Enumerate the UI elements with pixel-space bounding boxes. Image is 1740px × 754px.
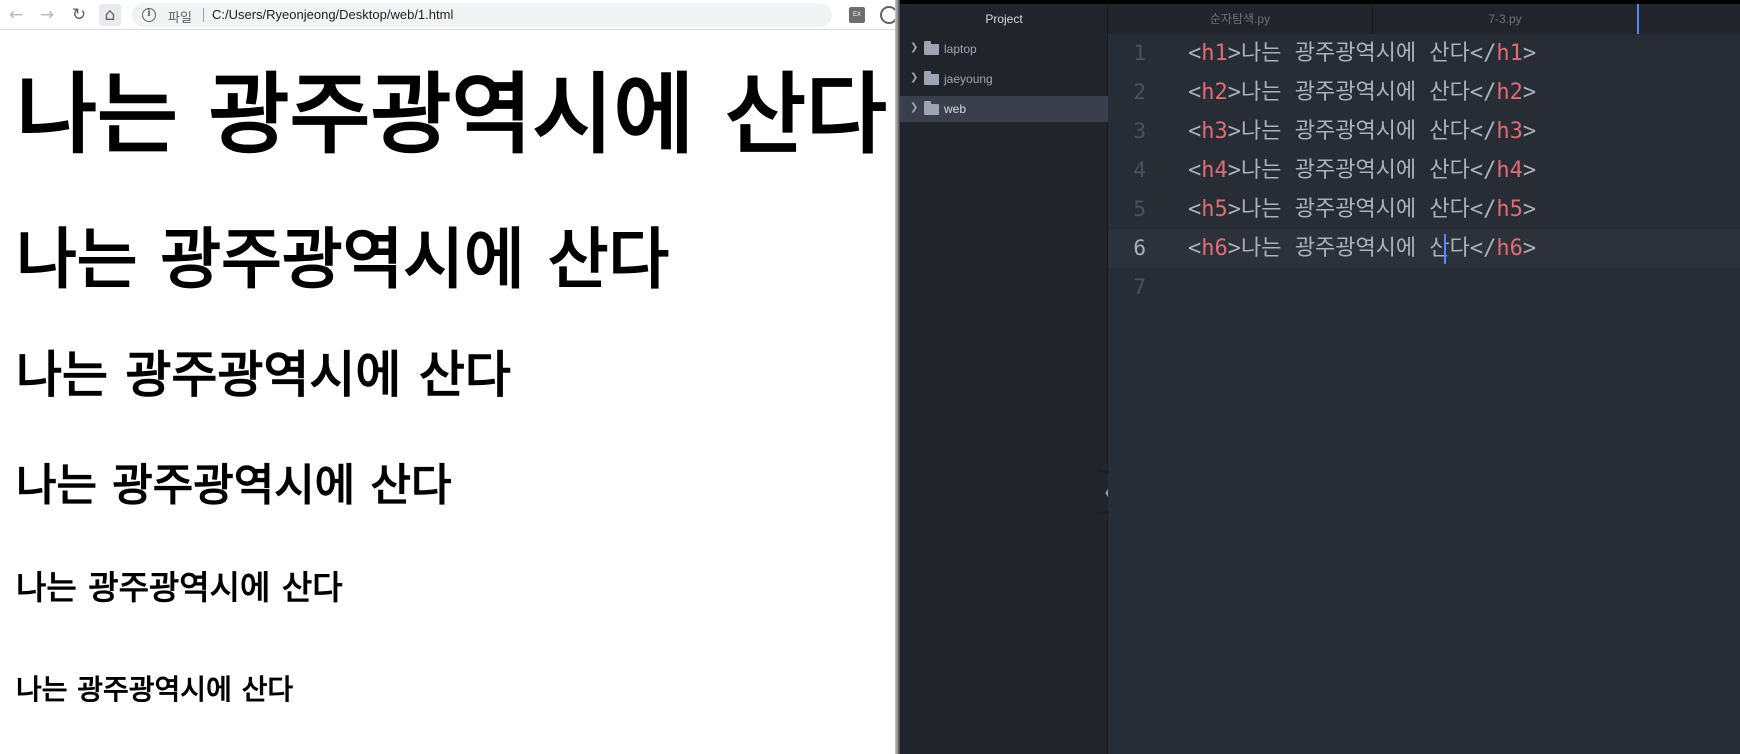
browser-window: ← → ↻ ⌂ i 파일 C:/Users/Ryeonjeong/Desktop… <box>0 0 895 754</box>
tag-content: 나는 광주광역시에 산다 <box>1241 119 1470 144</box>
project-tree: Project ❯ laptop ❯ jaeyoung ❯ web ❮ <box>900 4 1120 754</box>
tag-content: 나는 광주광역시에 산다 <box>1241 41 1470 66</box>
close-tag: </h5> <box>1469 197 1537 222</box>
code-line[interactable]: 5 <h5>나는 광주광역시에 산다</h5> <box>1108 190 1740 229</box>
heading-h4: 나는 광주광역시에 산다 <box>16 460 452 511</box>
chevron-right-icon: ❯ <box>910 102 919 113</box>
code-text: <h1>나는 광주광역시에 산다</h1> <box>1188 34 1536 73</box>
editor-window: Project ❯ laptop ❯ jaeyoung ❯ web ❮ 순자탐색… <box>900 0 1740 754</box>
heading-h1: 나는 광주광역시에 산다 <box>16 63 887 166</box>
open-tag: <h5> <box>1188 197 1241 222</box>
code-line[interactable]: 3 <h3>나는 광주광역시에 산다</h3> <box>1108 112 1740 151</box>
open-tag: <h2> <box>1188 80 1241 105</box>
browser-toolbar: ← → ↻ ⌂ i 파일 C:/Users/Ryeonjeong/Desktop… <box>0 0 895 30</box>
open-tag: <h3> <box>1188 119 1241 144</box>
address-separator <box>203 8 204 22</box>
code-line[interactable]: 7 <box>1108 268 1740 307</box>
line-number: 7 <box>1133 275 1146 299</box>
extension-icon[interactable]: EX <box>849 7 865 23</box>
code-text: <h4>나는 광주광역시에 산다</h4> <box>1188 151 1536 190</box>
tree-item-label: laptop <box>944 42 977 56</box>
close-tag: </h4> <box>1469 158 1537 183</box>
open-tag: <h1> <box>1188 41 1241 66</box>
heading-h2: 나는 광주광역시에 산다 <box>16 221 670 298</box>
folder-icon <box>924 41 939 55</box>
code-text: <h5>나는 광주광역시에 산다</h5> <box>1188 190 1536 229</box>
line-number: 3 <box>1133 119 1146 143</box>
tag-content: 나는 광주광역시에 산다 <box>1241 158 1470 183</box>
tab-7-3[interactable]: 7-3.py <box>1373 4 1639 34</box>
tree-item-web[interactable]: ❯ web <box>900 96 1108 122</box>
tree-item-jaeyoung[interactable]: ❯ jaeyoung <box>900 66 1108 92</box>
editor-tab-bar: 순자탐색.py 7-3.py <box>1108 4 1740 34</box>
tab-sunja[interactable]: 순자탐색.py <box>1108 4 1373 34</box>
tree-item-label: jaeyoung <box>944 72 993 86</box>
text-cursor <box>1444 234 1446 264</box>
info-icon[interactable]: i <box>142 8 156 22</box>
close-tag: </h2> <box>1469 80 1537 105</box>
code-text: <h2>나는 광주광역시에 산다</h2> <box>1188 73 1536 112</box>
line-number: 5 <box>1133 197 1146 221</box>
heading-h6: 나는 광주광역시에 산다 <box>16 673 294 706</box>
tag-content: 나는 광주광역시에 산다 <box>1241 236 1470 261</box>
code-text: <h6>나는 광주광역시에 산다</h6> <box>1188 229 1536 268</box>
page-content: 나는 광주광역시에 산다 나는 광주광역시에 산다 나는 광주광역시에 산다 나… <box>0 31 895 754</box>
chevron-right-icon: ❯ <box>910 42 919 53</box>
close-tag: </h3> <box>1469 119 1537 144</box>
code-text: <h3>나는 광주광역시에 산다</h3> <box>1188 112 1536 151</box>
forward-arrow-icon[interactable]: → <box>36 4 58 26</box>
close-tag: </h6> <box>1469 236 1537 261</box>
chevron-right-icon: ❯ <box>910 72 919 83</box>
profile-icon[interactable] <box>880 6 895 24</box>
address-bar[interactable]: i 파일 C:/Users/Ryeonjeong/Desktop/web/1.h… <box>132 3 832 27</box>
line-number: 4 <box>1133 158 1146 182</box>
folder-icon <box>924 101 939 115</box>
project-tree-title[interactable]: Project <box>900 4 1108 34</box>
home-icon[interactable]: ⌂ <box>99 4 121 26</box>
tree-item-label: web <box>944 102 967 116</box>
code-line[interactable]: 1 <h1>나는 광주광역시에 산다</h1> <box>1108 34 1740 73</box>
code-area[interactable]: 1 <h1>나는 광주광역시에 산다</h1> 2 <h2>나는 광주광역시에 산다<… <box>1108 34 1740 754</box>
open-tag: <h6> <box>1188 236 1241 261</box>
scheme-label: 파일 <box>168 10 192 25</box>
back-arrow-icon[interactable]: ← <box>5 4 27 26</box>
code-line[interactable]: 4 <h4>나는 광주광역시에 산다</h4> <box>1108 151 1740 190</box>
close-tag: </h1> <box>1469 41 1537 66</box>
reload-icon[interactable]: ↻ <box>68 4 90 26</box>
code-line[interactable]: 6 <h6>나는 광주광역시에 산다</h6> <box>1108 229 1740 268</box>
tree-item-laptop[interactable]: ❯ laptop <box>900 36 1108 62</box>
code-line[interactable]: 2 <h2>나는 광주광역시에 산다</h2> <box>1108 73 1740 112</box>
heading-h5: 나는 광주광역시에 산다 <box>16 568 343 607</box>
line-number: 2 <box>1133 80 1146 104</box>
tag-content: 나는 광주광역시에 산다 <box>1241 80 1470 105</box>
url-text[interactable]: C:/Users/Ryeonjeong/Desktop/web/1.html <box>212 7 453 22</box>
heading-h3: 나는 광주광역시에 산다 <box>16 346 511 404</box>
open-tag: <h4> <box>1188 158 1241 183</box>
tag-content: 나는 광주광역시에 산다 <box>1241 197 1470 222</box>
line-number: 6 <box>1133 236 1146 260</box>
line-number: 1 <box>1133 41 1146 65</box>
folder-icon <box>924 71 939 85</box>
